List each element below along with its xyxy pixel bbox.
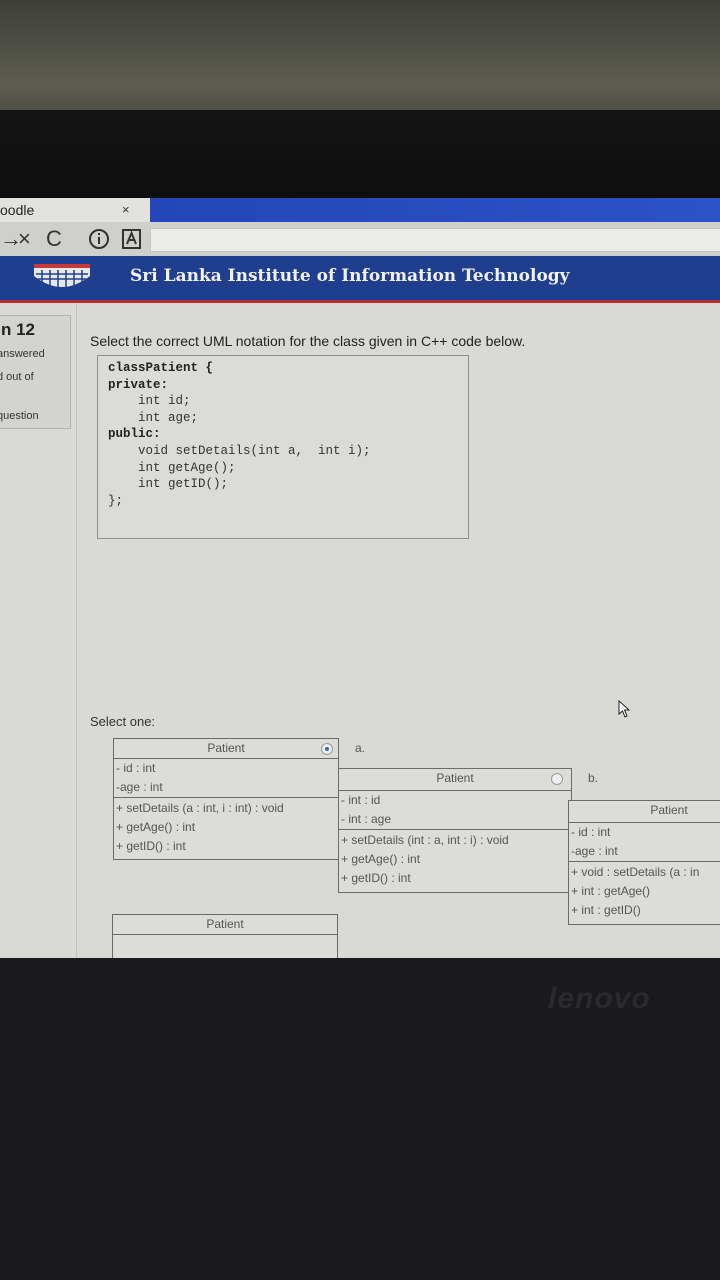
tab-bar: oodle × [0,198,720,222]
uml-class-name: Patient [206,917,244,931]
uml-method: + void : setDetails (a : in [571,865,700,879]
option-b-label: b. [588,771,599,785]
close-icon[interactable]: × [18,226,31,252]
uml-attribute: - id : int [116,761,156,775]
monitor-brand-logo: lenovo [548,982,651,1015]
address-bar[interactable] [150,228,720,252]
uml-divider [339,790,571,791]
uml-method: + getID() : int [341,871,411,885]
uml-method: + getID() : int [116,839,186,853]
question-marks: d out of [0,371,34,383]
uml-method: + getAge() : int [116,820,196,834]
question-info-panel: n 12 answered d out of question [0,315,71,429]
code-block: classPatient { private: int id; int age; p… [108,360,371,509]
uml-divider [113,934,337,935]
uml-divider [114,758,338,759]
reader-icon[interactable] [122,228,142,250]
monitor-screen: oodle × → × C Sri Lanka Institute of Inf… [0,198,720,958]
uml-attribute: -age : int [116,780,163,794]
select-one-label: Select one: [90,714,156,729]
sliit-logo-icon [34,264,90,288]
uml-class-name: Patient [207,741,245,755]
tab-title[interactable]: oodle [0,202,34,218]
uml-option-a[interactable]: Patient - id : int -age : int + setDetai… [113,738,339,860]
uml-attribute: - id : int [571,825,611,839]
monitor-bezel [0,110,720,200]
question-status: answered [0,348,45,360]
code-line: classPatient { [108,361,214,375]
uml-class-name: Patient [436,771,474,785]
browser-toolbar: → × C [0,222,720,257]
code-line: int getAge(); [108,460,236,475]
uml-option-d[interactable]: Patient [112,914,338,958]
uml-divider [569,861,720,862]
uml-divider [114,797,338,798]
code-line: void setDetails(int a, int i); [108,443,371,458]
column-divider [76,303,77,958]
uml-divider [339,829,571,830]
uml-method: + setDetails (a : int, i : int) : void [116,801,284,815]
uml-attribute: - int : id [341,793,381,807]
uml-option-b[interactable]: Patient - int : id - int : age + setDeta… [338,768,572,893]
option-a-label: a. [355,741,366,755]
mouse-cursor-icon [618,700,631,718]
uml-class-name: Patient [650,803,688,817]
quiz-content: n 12 answered d out of question Select t… [0,303,720,958]
uml-divider [569,822,720,823]
flag-question-link[interactable]: question [0,410,39,422]
code-line: int age; [108,410,199,425]
background-wall [0,0,720,120]
site-title[interactable]: Sri Lanka Institute of Information Techn… [130,266,570,286]
radio-option-b[interactable] [551,773,563,785]
question-prompt: Select the correct UML notation for the … [90,333,526,349]
code-line: }; [108,493,124,508]
uml-method: + setDetails (int : a, int : i) : void [341,833,509,847]
code-line: int id; [108,394,191,409]
code-line: private: [108,377,169,392]
tab-close-icon[interactable]: × [122,202,130,217]
question-number: n 12 [1,320,36,339]
uml-method: + getAge() : int [341,852,421,866]
radio-option-a[interactable] [321,743,333,755]
uml-method: + int : getID() [571,903,641,917]
uml-option-c[interactable]: Patient - id : int -age : int + void : s… [568,800,720,925]
reload-icon[interactable]: C [46,226,62,252]
uml-attribute: -age : int [571,844,618,858]
code-line: public: [108,427,161,442]
site-header: Sri Lanka Institute of Information Techn… [0,256,720,303]
info-icon[interactable] [88,228,110,250]
uml-method: + int : getAge() [571,884,651,898]
code-line: int getID(); [108,477,229,492]
uml-attribute: - int : age [341,812,392,826]
